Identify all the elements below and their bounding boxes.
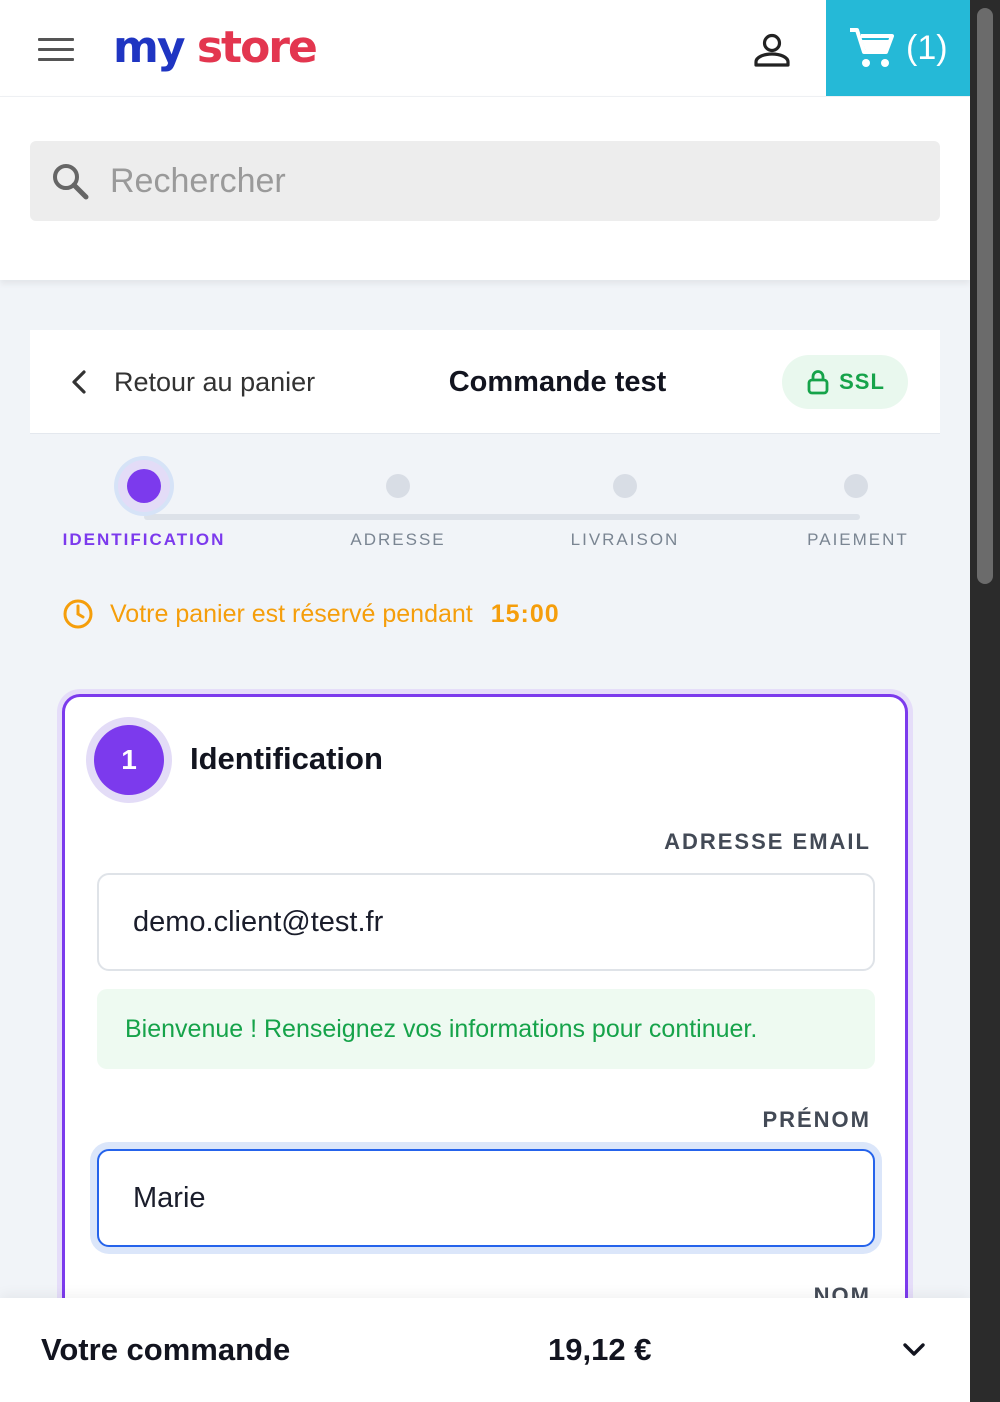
email-field[interactable] <box>97 873 875 971</box>
logo-text-store: store <box>196 22 318 73</box>
step-dot-livraison[interactable] <box>613 474 637 498</box>
order-total: 19,12 € <box>548 1332 652 1367</box>
search-input[interactable] <box>110 141 920 221</box>
clock-icon <box>63 599 93 629</box>
site-header: my store (1) <box>0 0 970 96</box>
order-summary-label: Votre commande <box>41 1332 291 1367</box>
step-label-paiement[interactable]: PAIEMENT <box>790 530 926 550</box>
ssl-label: SSL <box>839 369 885 394</box>
timer-text: Votre panier est réservé pendant <box>110 599 473 628</box>
account-icon[interactable] <box>752 30 792 70</box>
chevron-down-icon[interactable] <box>898 1334 930 1366</box>
chevron-left-icon <box>72 370 86 394</box>
step-number-badge: 1 <box>94 725 164 795</box>
cart-button[interactable]: (1) <box>826 0 970 96</box>
page-scrollbar[interactable] <box>970 0 1000 1402</box>
order-summary-bar[interactable]: Votre commande 19,12 € <box>0 1298 970 1402</box>
timer-value: 15:00 <box>490 599 560 628</box>
step-label-adresse[interactable]: ADRESSE <box>330 530 466 550</box>
store-logo[interactable]: my store <box>113 18 318 78</box>
checkout-title: Commande test <box>448 366 667 398</box>
scrollbar-thumb[interactable] <box>977 8 993 584</box>
search-icon[interactable] <box>50 161 90 201</box>
welcome-message: Bienvenue ! Renseignez vos informations … <box>97 989 875 1069</box>
lock-icon <box>807 370 829 395</box>
cart-icon <box>850 28 894 67</box>
back-to-cart-link[interactable]: Retour au panier <box>66 360 315 404</box>
cart-count: (1) <box>906 29 948 67</box>
step-label-identification[interactable]: IDENTIFICATION <box>62 530 226 550</box>
menu-icon[interactable] <box>38 38 74 62</box>
checkout-header: Retour au panier Commande test SSL <box>30 330 940 434</box>
reservation-timer: Votre panier est réservé pendant 15:00 <box>62 594 560 634</box>
firstname-field[interactable] <box>97 1149 875 1247</box>
stepper-track <box>144 514 860 520</box>
search-bar <box>30 141 940 221</box>
step-dot-paiement[interactable] <box>844 474 868 498</box>
logo-text-my: my <box>113 22 186 73</box>
step-dot-adresse[interactable] <box>386 474 410 498</box>
identification-title: Identification <box>190 741 383 776</box>
back-to-cart-label: Retour au panier <box>114 366 316 397</box>
step-label-livraison[interactable]: LIVRAISON <box>555 530 695 550</box>
firstname-label: PRÉNOM <box>762 1107 871 1132</box>
search-section <box>0 96 970 280</box>
ssl-badge: SSL <box>782 355 908 409</box>
step-dot-identification[interactable] <box>127 469 161 503</box>
email-label: ADRESSE EMAIL <box>664 829 871 854</box>
checkout-stepper: IDENTIFICATION ADRESSE LIVRAISON PAIEMEN… <box>30 434 940 574</box>
identification-card: 1 Identification ADRESSE EMAIL Bienvenue… <box>62 694 908 1334</box>
